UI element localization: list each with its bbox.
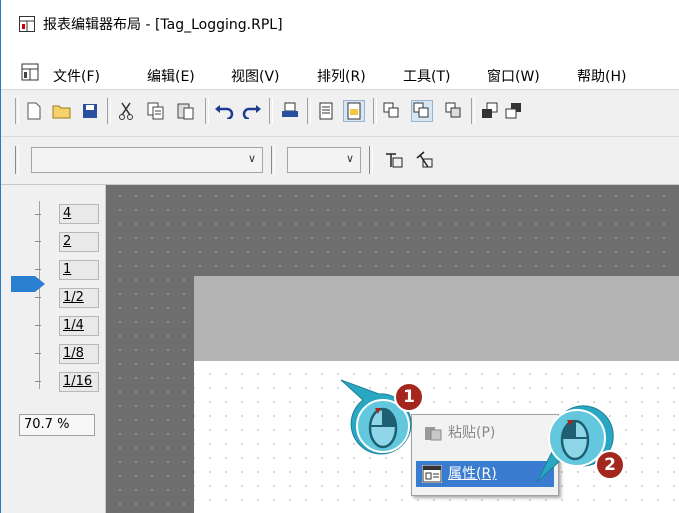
context-menu-paste[interactable]: 粘贴(P) (416, 420, 554, 446)
zoom-sixteenth-button[interactable]: 1/16 (59, 372, 99, 392)
zoom-eighth-button[interactable]: 1/8 (59, 344, 99, 364)
properties-label: 属性(R) (448, 466, 497, 482)
toolbar-separator (373, 98, 377, 124)
align-left-icon[interactable] (381, 100, 403, 122)
window-title: 报表编辑器布局 - [Tag_Logging.RPL] (43, 17, 283, 33)
zoom-tick (35, 353, 41, 354)
font-combo[interactable]: ∨ (31, 147, 263, 173)
zoom-2-button[interactable]: 2 (59, 232, 99, 252)
menu-bar: 文件(F) 编辑(E) 视图(V) 排列(R) 工具(T) 窗口(W) 帮助(H… (1, 57, 679, 90)
redo-icon[interactable] (241, 100, 263, 122)
zoom-tick (35, 241, 41, 242)
chevron-down-icon[interactable]: ∨ (346, 152, 354, 165)
zoom-1-button[interactable]: 1 (59, 260, 99, 280)
menu-window[interactable]: 窗口(W) (487, 66, 540, 86)
zoom-slider-thumb[interactable] (11, 276, 45, 292)
print-icon[interactable] (279, 100, 301, 122)
toolbar-separator (307, 98, 311, 124)
toolbar-separator (205, 98, 209, 124)
toolbar-separator (369, 146, 373, 174)
page-icon[interactable] (315, 100, 337, 122)
zoom-half-button[interactable]: 1/2 (59, 288, 99, 308)
toolbar-separator (471, 98, 475, 124)
text-rotate-icon[interactable] (413, 149, 435, 171)
text-vertical-icon[interactable] (383, 149, 405, 171)
toolbar-separator (15, 146, 19, 174)
chevron-down-icon[interactable]: ∨ (248, 152, 256, 165)
page-header-area[interactable] (194, 276, 679, 361)
app-layout-icon (19, 16, 35, 32)
zoom-panel: 4 2 1 1/2 1/4 1/8 1/16 70.7 % (1, 185, 106, 513)
format-toolbar: ∨ ∨ (1, 137, 679, 185)
properties-icon (422, 465, 442, 483)
new-document-icon[interactable] (23, 100, 45, 122)
toolbar-separator (107, 98, 111, 124)
page-highlight-icon[interactable] (343, 100, 365, 122)
step-1-badge: 1 (394, 382, 424, 412)
toolbar-separator (15, 98, 19, 124)
paste-icon[interactable] (175, 100, 197, 122)
zoom-quarter-button[interactable]: 1/4 (59, 316, 99, 336)
menu-arrange[interactable]: 排列(R) (317, 66, 366, 86)
step-2-badge: 2 (595, 450, 625, 480)
menu-file[interactable]: 文件(F) (53, 66, 100, 86)
menu-view[interactable]: 视图(V) (231, 66, 280, 86)
zoom-tick (35, 381, 41, 382)
context-menu-properties[interactable]: 属性(R) (416, 461, 554, 487)
zoom-tick (35, 214, 41, 215)
align-right-icon[interactable] (441, 100, 463, 122)
zoom-tick (35, 325, 41, 326)
menu-tools[interactable]: 工具(T) (403, 66, 450, 86)
paste-icon (425, 427, 442, 441)
toolbar-separator (269, 98, 273, 124)
zoom-tick (35, 297, 41, 298)
document-window-icon[interactable] (21, 63, 39, 81)
cut-icon[interactable] (115, 100, 137, 122)
zoom-tick (35, 269, 41, 270)
zoom-slider-track[interactable] (39, 201, 40, 389)
zoom-value-display: 70.7 % (19, 414, 95, 436)
zoom-4-button[interactable]: 4 (59, 204, 99, 224)
standard-toolbar (1, 90, 679, 137)
paste-label: 粘贴(P) (448, 425, 496, 441)
menu-edit[interactable]: 编辑(E) (147, 66, 195, 86)
copy-icon[interactable] (145, 100, 167, 122)
undo-icon[interactable] (213, 100, 235, 122)
bring-front-icon[interactable] (479, 100, 501, 122)
title-bar: 报表编辑器布局 - [Tag_Logging.RPL] (1, 0, 679, 57)
toolbar-separator (271, 146, 275, 174)
send-back-icon[interactable] (503, 100, 525, 122)
open-folder-icon[interactable] (51, 100, 73, 122)
size-combo[interactable]: ∨ (287, 147, 361, 173)
menu-help[interactable]: 帮助(H) (577, 66, 626, 86)
save-icon[interactable] (79, 100, 101, 122)
report-editor-window: 报表编辑器布局 - [Tag_Logging.RPL] 文件(F) 编辑(E) … (0, 0, 679, 513)
align-center-icon[interactable] (411, 100, 433, 122)
